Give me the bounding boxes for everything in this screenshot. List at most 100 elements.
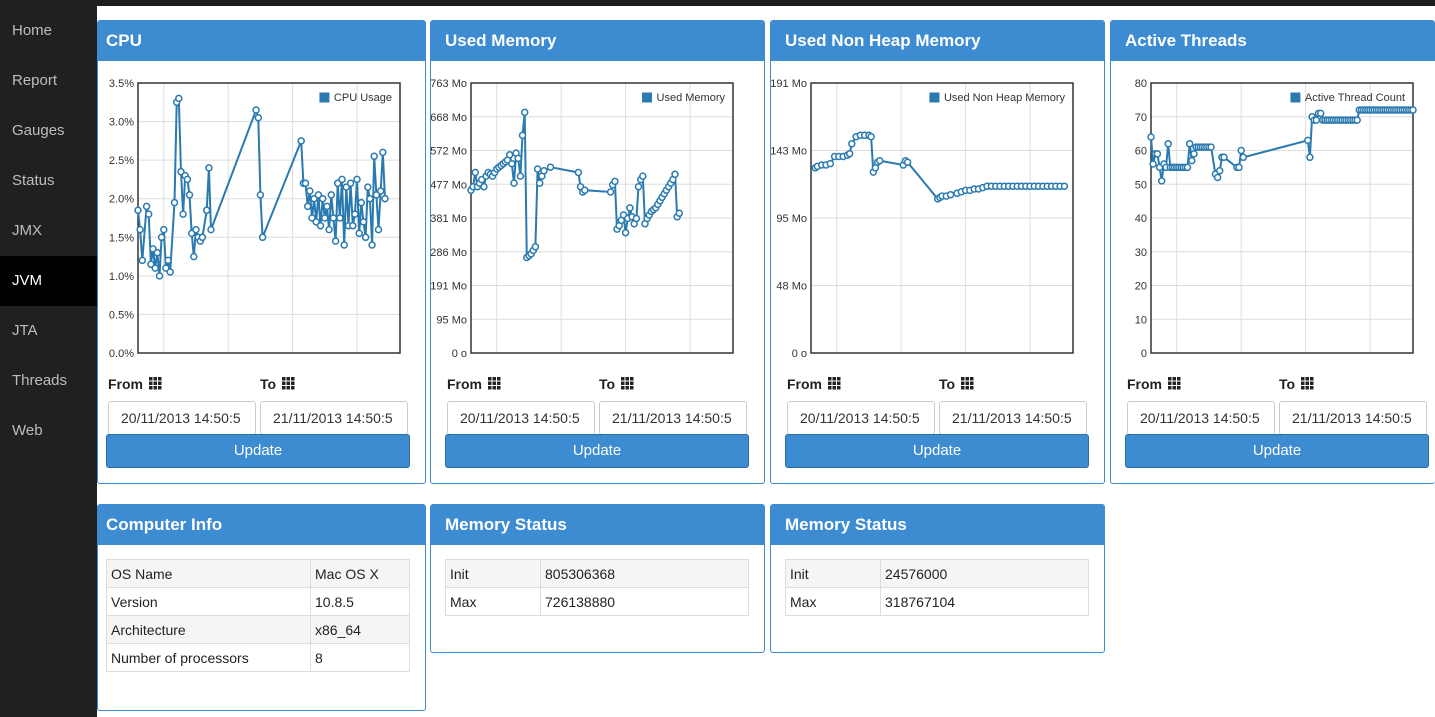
memory-status-table: Init 24576000 Max 318767104 [785, 559, 1089, 616]
data-point [533, 165, 542, 173]
from-date-input[interactable] [787, 401, 935, 435]
data-point [510, 179, 518, 187]
data-point [611, 177, 619, 186]
data-point [338, 175, 346, 184]
data-point [621, 228, 630, 237]
nav-item-status[interactable]: Status [0, 156, 97, 206]
data-point [353, 175, 361, 184]
data-point [336, 214, 344, 222]
data-point [1306, 153, 1314, 162]
nav-item-threads[interactable]: Threads [0, 356, 97, 406]
data-point [179, 210, 187, 218]
cpu-chart: 0.0%0.5%1.0%1.5%2.0%2.5%3.0%3.5%13:0013:… [109, 78, 401, 357]
panel-title: Memory Status [431, 505, 764, 545]
data-point [875, 156, 884, 165]
legend-label: Used Non Heap Memory [944, 92, 1066, 104]
to-label: To [939, 376, 974, 393]
from-date-input[interactable] [447, 401, 595, 435]
data-point [1060, 182, 1069, 190]
data-point [202, 206, 211, 215]
data-point [480, 182, 488, 191]
info-key: Init [445, 559, 541, 588]
nav-item-web[interactable]: Web [0, 406, 97, 456]
y-tick-label: 60 [1135, 146, 1147, 158]
to-date-input[interactable] [599, 401, 747, 435]
table-row: Max 318767104 [785, 587, 1089, 616]
nav-item-gauges[interactable]: Gauges [0, 106, 97, 156]
calendar-grid-icon[interactable] [487, 377, 501, 393]
data-point [175, 94, 183, 103]
nav-item-report[interactable]: Report [0, 56, 97, 106]
y-tick-label: 1.0% [109, 271, 134, 283]
data-point [376, 187, 385, 195]
calendar-grid-icon[interactable] [620, 377, 634, 393]
update-button[interactable]: Update [106, 434, 410, 468]
top-bar [0, 0, 1435, 6]
from-date-input[interactable] [1127, 401, 1275, 435]
y-tick-label: 50 [1135, 179, 1147, 191]
data-point [531, 243, 540, 251]
update-button[interactable]: Update [785, 434, 1089, 468]
info-key: Architecture [106, 615, 311, 644]
data-point [845, 149, 854, 158]
info-key: Number of processors [106, 643, 311, 672]
data-point [164, 256, 172, 265]
y-tick-label: 477 Mo [431, 179, 467, 191]
data-point [1237, 146, 1245, 155]
data-point [258, 233, 267, 242]
data-point [366, 194, 374, 203]
data-point [546, 163, 555, 171]
nav-item-jmx[interactable]: JMX [0, 206, 97, 256]
calendar-grid-icon[interactable] [1167, 377, 1181, 393]
to-date-input[interactable] [260, 401, 408, 435]
info-key: Version [106, 587, 311, 616]
info-key: Max [445, 587, 541, 616]
table-row: Architecture x86_64 [106, 615, 410, 644]
data-point [508, 159, 516, 168]
y-tick-label: 191 Mo [431, 281, 467, 293]
data-point [379, 148, 387, 157]
memory-status-table: Init 805306368 Max 726138880 [445, 559, 749, 616]
data-point [323, 202, 331, 211]
data-point [632, 214, 641, 223]
data-point [185, 191, 194, 199]
panel-title: CPU [98, 21, 425, 61]
calendar-grid-icon[interactable] [960, 377, 974, 393]
nav-item-jvm[interactable]: JVM [0, 256, 97, 306]
legend-label: CPU Usage [334, 92, 392, 104]
nav-item-home[interactable]: Home [0, 6, 97, 56]
calendar-grid-icon[interactable] [827, 377, 841, 393]
y-tick-label: 40 [1135, 213, 1147, 225]
data-point [297, 137, 305, 145]
data-point [368, 241, 376, 249]
data-point [516, 172, 525, 180]
data-point [1164, 140, 1172, 148]
data-point [540, 167, 548, 175]
from-label: From [787, 376, 841, 393]
nav-item-jta[interactable]: JTA [0, 306, 97, 356]
from-date-input[interactable] [108, 401, 256, 435]
y-tick-label: 2.5% [109, 155, 134, 167]
table-row: Version 10.8.5 [106, 587, 410, 616]
y-tick-label: 668 Mo [431, 112, 467, 124]
update-button[interactable]: Update [1125, 434, 1429, 468]
data-point [351, 210, 359, 218]
from-label: From [1127, 376, 1181, 393]
legend-label: Active Thread Count [1305, 92, 1405, 104]
data-point [144, 210, 153, 218]
to-date-input[interactable] [939, 401, 1087, 435]
info-value: 10.8.5 [310, 587, 410, 616]
data-point [1190, 150, 1198, 158]
update-button[interactable]: Update [445, 434, 749, 468]
data-point [306, 187, 314, 195]
calendar-grid-icon[interactable] [281, 377, 295, 393]
data-point [349, 221, 357, 230]
y-tick-label: 191 Mo [771, 78, 807, 90]
info-value: x86_64 [310, 615, 410, 644]
calendar-grid-icon[interactable] [148, 377, 162, 393]
calendar-grid-icon[interactable] [1300, 377, 1314, 393]
data-point [1185, 140, 1194, 148]
to-date-input[interactable] [1279, 401, 1427, 435]
table-row: Max 726138880 [445, 587, 749, 616]
y-tick-label: 143 Mo [771, 146, 807, 158]
